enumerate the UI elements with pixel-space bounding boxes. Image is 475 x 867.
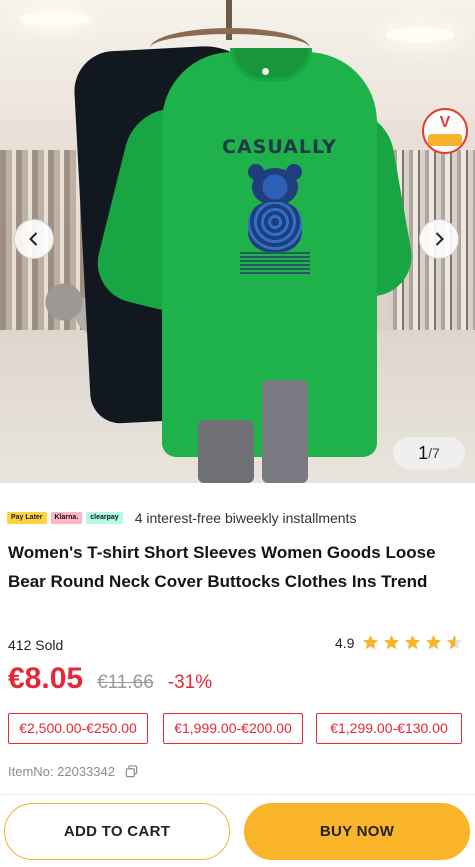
- item-number-row: ItemNo: 22033342: [8, 764, 138, 779]
- klarna-logo: Klarna.: [50, 512, 83, 524]
- coupon-list: €2,500.00-€250.00 €1,999.00-€200.00 €1,2…: [8, 713, 470, 745]
- image-counter: 1 /7: [393, 437, 465, 469]
- ceiling-light: [385, 28, 455, 42]
- chevron-right-icon: [435, 232, 444, 246]
- bear-graphic: [240, 164, 310, 264]
- action-bar: ADD TO CART BUY NOW: [0, 794, 475, 867]
- discount-percent: -31%: [167, 672, 213, 693]
- copy-icon[interactable]: [125, 765, 138, 778]
- sold-count: 412 Sold: [8, 637, 64, 653]
- star-icon: [384, 635, 400, 650]
- star-icon: [405, 635, 421, 650]
- paylater-logo: Pay Later: [7, 512, 47, 524]
- store-badge-logo: V: [422, 108, 468, 154]
- bear-head: [252, 168, 298, 206]
- previous-image-button[interactable]: [14, 219, 54, 259]
- current-price: €8.05: [8, 662, 84, 695]
- clearpay-logo: clearpay: [86, 512, 123, 524]
- rating[interactable]: 4.9: [335, 634, 463, 651]
- green-tshirt: CASUALLY: [89, 48, 418, 460]
- price-row: €8.05 €11.66 -31%: [8, 662, 212, 698]
- tshirt-label: [262, 68, 269, 75]
- image-counter-total: /7: [428, 445, 440, 461]
- shirt-print-text: CASUALLY: [222, 136, 337, 158]
- ceiling-light: [20, 12, 90, 26]
- rating-stars: [362, 634, 463, 651]
- coupon[interactable]: €1,299.00-€130.00: [316, 713, 462, 744]
- mannequin-leg: [198, 420, 254, 483]
- product-title: Women's T-shirt Short Sleeves Women Good…: [8, 543, 436, 591]
- next-image-button[interactable]: [419, 219, 459, 259]
- coupon[interactable]: €2,500.00-€250.00: [8, 713, 148, 744]
- installment-info[interactable]: Pay Later Klarna. clearpay 4 interest-fr…: [7, 508, 356, 528]
- coupon[interactable]: €1,999.00-€200.00: [163, 713, 303, 744]
- installment-text: 4 interest-free biweekly installments: [134, 510, 357, 526]
- product-image-gallery[interactable]: CASUALLY V 1 /7: [0, 0, 475, 483]
- badge-ribbon: [428, 134, 462, 146]
- add-to-cart-button[interactable]: ADD TO CART: [4, 803, 230, 860]
- star-icon: [447, 635, 463, 650]
- image-counter-current: 1: [418, 442, 429, 463]
- original-price: €11.66: [97, 672, 154, 693]
- star-icon: [363, 635, 379, 650]
- chevron-left-icon: [29, 232, 38, 246]
- mannequin-leg: [262, 380, 308, 483]
- bear-torso: [248, 202, 302, 252]
- shirt-print-fine-text: [240, 252, 310, 274]
- item-number: ItemNo: 22033342: [8, 764, 115, 779]
- badge-letter: V: [439, 114, 451, 131]
- buy-now-button[interactable]: BUY NOW: [244, 803, 470, 860]
- star-icon: [426, 635, 442, 650]
- rating-value: 4.9: [335, 634, 355, 651]
